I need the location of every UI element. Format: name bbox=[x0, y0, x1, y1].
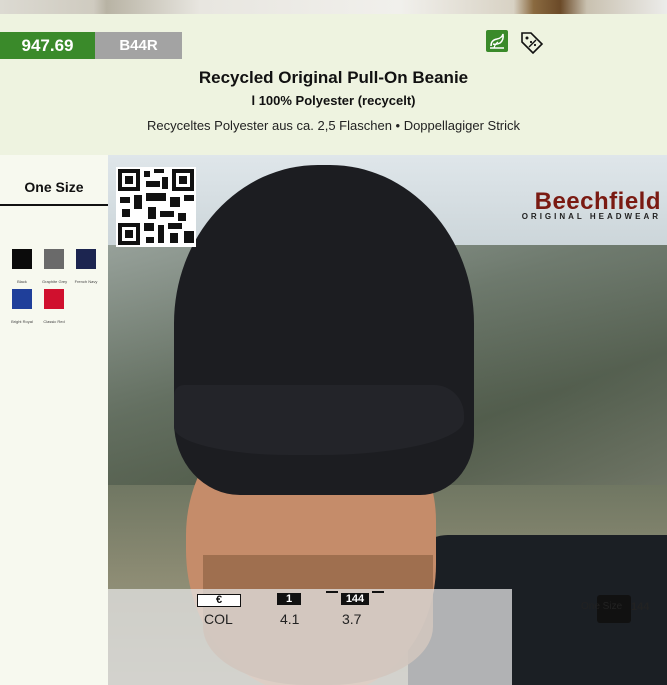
price-badge: 947.69 bbox=[0, 32, 95, 59]
swatch-graphite-grey[interactable] bbox=[44, 249, 64, 269]
swatch-label: French Navy bbox=[74, 279, 98, 284]
price-qty-144: 3.7 bbox=[342, 611, 362, 627]
size-divider bbox=[0, 204, 108, 206]
product-header: 947.69 B44R Recycled Original Pull-On Be… bbox=[0, 14, 667, 155]
stock-size-label: One Size bbox=[581, 601, 623, 612]
product-title: Recycled Original Pull-On Beanie bbox=[198, 68, 469, 87]
brand-tagline: ORIGINAL HEADWEAR bbox=[521, 212, 661, 221]
qty-dash-right bbox=[372, 591, 384, 593]
swatch-label: Graphite Grey bbox=[42, 279, 68, 284]
sku-badge: B44R bbox=[95, 32, 182, 59]
tag-percent-icon bbox=[519, 30, 545, 55]
qty-badge-1: 1 bbox=[277, 593, 301, 605]
product-features: Recyceltes Polyester aus ca. 2,5 Flasche… bbox=[146, 118, 521, 133]
code-row: 947.69 B44R bbox=[0, 32, 182, 59]
swatch-label: Bright Royal bbox=[11, 319, 33, 324]
beanie-rib bbox=[174, 385, 464, 455]
top-photo-strip bbox=[0, 0, 667, 14]
currency-label: € bbox=[197, 594, 241, 607]
size-stock: One Size 144 bbox=[581, 595, 667, 685]
swatch-label: Black bbox=[17, 279, 27, 284]
swatch-label: Classic Red bbox=[43, 319, 65, 324]
size-label: One Size bbox=[24, 179, 84, 195]
qty-badge-144: 144 bbox=[341, 593, 369, 605]
swatch-bright-royal[interactable] bbox=[12, 289, 32, 309]
qty-dash-left bbox=[326, 591, 338, 593]
price-info-box: € 1 144 COL 4.1 3.7 bbox=[108, 589, 512, 685]
recycle-leaf-icon bbox=[486, 30, 508, 52]
swatch-french-navy[interactable] bbox=[76, 249, 96, 269]
qr-code-icon[interactable] bbox=[116, 167, 196, 247]
col-label: COL bbox=[204, 611, 233, 627]
stock-qty: 144 bbox=[631, 601, 650, 613]
brand-logo: Beechfield ORIGINAL HEADWEAR bbox=[521, 188, 661, 222]
product-material: l 100% Polyester (recycelt) bbox=[251, 93, 416, 108]
swatch-black[interactable] bbox=[12, 249, 32, 269]
price-qty-1: 4.1 bbox=[280, 611, 300, 627]
brand-name: Beechfield bbox=[534, 188, 661, 215]
sidebar: One Size Black Graphite Grey French Navy… bbox=[0, 155, 108, 685]
swatch-classic-red[interactable] bbox=[44, 289, 64, 309]
